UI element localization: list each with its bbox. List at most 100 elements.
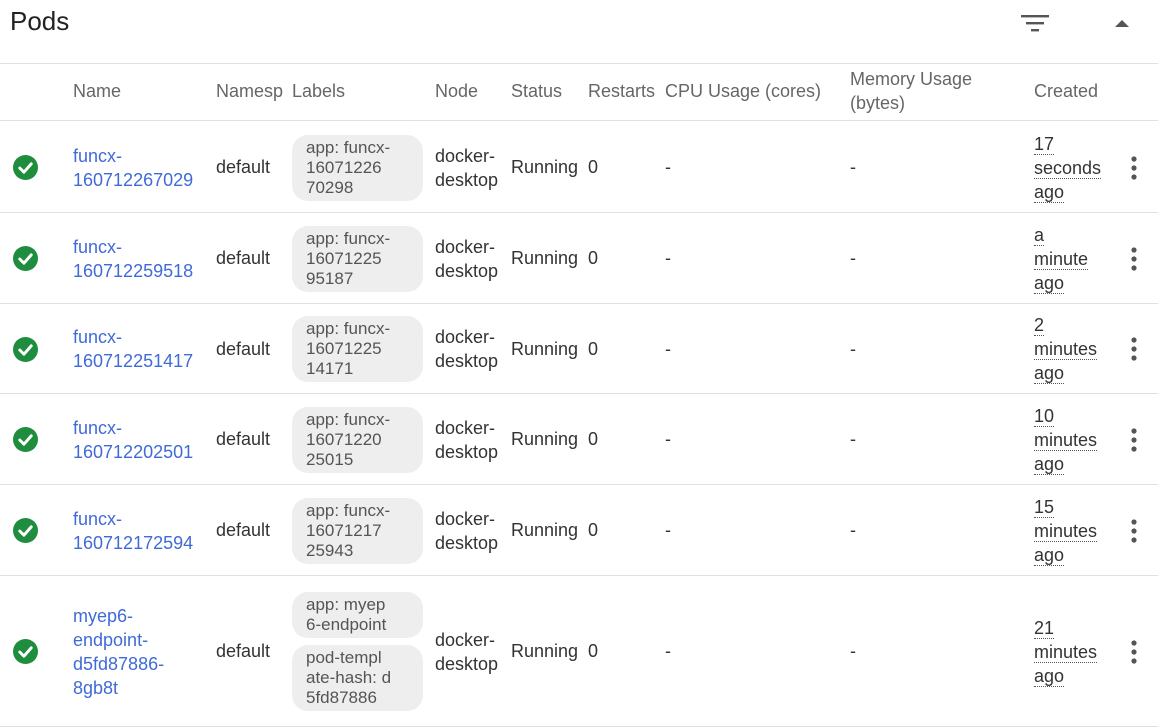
- cpu-usage-value: -: [665, 157, 671, 177]
- restarts-cell: 0: [588, 394, 648, 485]
- label-chip-line: 16071220: [306, 429, 382, 449]
- label-chip-list: app: funcx- 16071226 70298: [292, 134, 427, 201]
- namespace-text: default: [216, 429, 271, 449]
- status-text: Running: [511, 157, 579, 177]
- filter-button[interactable]: [1015, 3, 1055, 43]
- column-header-restarts[interactable]: Restarts: [588, 81, 661, 102]
- node-line: docker-: [435, 629, 496, 650]
- pod-name-line: d5fd87886-: [73, 653, 165, 674]
- node-cell: docker-desktop: [435, 485, 507, 576]
- status-cell: Running: [511, 213, 583, 304]
- created-time-text: minute: [1034, 248, 1089, 270]
- pod-name-link[interactable]: funcx- 160712172594: [73, 507, 213, 555]
- pod-name-line: 160712259518: [73, 260, 194, 281]
- node-cell: docker-desktop: [435, 304, 507, 394]
- node-line: desktop: [435, 169, 499, 190]
- created-time-line: 2: [1034, 313, 1106, 337]
- row-actions-button[interactable]: [1122, 335, 1146, 363]
- page-title: Pods: [10, 6, 70, 36]
- created-time-text: ago: [1034, 453, 1065, 475]
- row-actions-button[interactable]: [1122, 426, 1146, 454]
- cpu-usage-value: -: [665, 641, 671, 661]
- status-text: Running: [511, 520, 579, 540]
- created-time-text: 17: [1034, 133, 1055, 155]
- column-header-node[interactable]: Node: [435, 81, 505, 102]
- created-time-line: minutes: [1034, 428, 1106, 452]
- namespace-cell: default: [216, 485, 288, 576]
- created-time-text: minutes: [1034, 641, 1098, 663]
- column-header-name[interactable]: Name: [73, 81, 203, 102]
- row-actions-button[interactable]: [1122, 154, 1146, 182]
- cpu-usage-value: -: [665, 429, 671, 449]
- created-time-line: ago: [1034, 452, 1106, 476]
- column-header-status[interactable]: Status: [511, 81, 581, 102]
- created-time-text: ago: [1034, 181, 1065, 203]
- label-chip-list: app: funcx- 16071217 25943: [292, 497, 427, 564]
- memory-usage-value: -: [850, 641, 856, 661]
- label-chip-line: app: funcx-: [306, 228, 391, 248]
- pod-name-link[interactable]: funcx- 160712251417: [73, 325, 213, 373]
- column-header-created[interactable]: Created: [1034, 81, 1114, 102]
- memory-usage-cell: -: [850, 122, 910, 213]
- pod-name-cell: funcx- 160712251417: [73, 304, 213, 394]
- created-time-line: minutes: [1034, 640, 1106, 664]
- check-circle-icon: [13, 427, 38, 452]
- node-line: docker-: [435, 508, 496, 529]
- check-circle-icon: [13, 639, 38, 664]
- pod-name-line: 160712202501: [73, 441, 194, 462]
- check-circle-icon: [13, 336, 38, 362]
- row-actions-button[interactable]: [1122, 638, 1146, 666]
- created-time-text: 15: [1034, 496, 1055, 518]
- column-header-memory-usage[interactable]: Memory Usage (bytes): [850, 67, 1020, 115]
- labels-cell: app: funcx- 16071217 25943: [292, 485, 427, 576]
- label-chip: app: funcx- 16071225 14171: [292, 316, 423, 382]
- label-chip: app: myep 6-endpoint: [292, 592, 423, 638]
- labels-cell: app: funcx- 16071225 95187: [292, 213, 427, 304]
- label-chip-line: 14171: [306, 359, 354, 378]
- status-text: Running: [511, 641, 579, 661]
- label-chip-line: 70298: [306, 177, 354, 197]
- label-chip-line: 6-endpoint: [306, 615, 387, 634]
- pod-name-link[interactable]: myep6- endpoint-d5fd87886- 8gb8t: [73, 604, 213, 700]
- pod-name-line: funcx-: [73, 145, 123, 166]
- status-cell: Running: [511, 576, 583, 727]
- pod-name-link[interactable]: funcx- 160712259518: [73, 235, 213, 283]
- label-chip-line: 5fd87886: [306, 688, 377, 707]
- created-time-text: 21: [1034, 617, 1055, 639]
- column-header-cpu-usage[interactable]: CPU Usage (cores): [665, 81, 845, 102]
- node-line: desktop: [435, 532, 499, 553]
- cpu-usage-cell: -: [665, 304, 725, 394]
- restarts-cell: 0: [588, 576, 648, 727]
- memory-usage-cell: -: [850, 485, 910, 576]
- label-chip-line: app: funcx-: [306, 137, 391, 157]
- more-vertical-icon: [1131, 155, 1137, 180]
- namespace-cell: default: [216, 304, 288, 394]
- pod-name-link[interactable]: funcx- 160712202501: [73, 416, 213, 464]
- column-header-labels[interactable]: Labels: [292, 81, 422, 102]
- restarts-count: 0: [588, 520, 599, 540]
- restarts-cell: 0: [588, 304, 648, 394]
- memory-usage-cell: -: [850, 304, 910, 394]
- pod-name-line: funcx-: [73, 417, 123, 438]
- pod-name-line: 160712172594: [73, 532, 194, 553]
- pod-name-line: 8gb8t: [73, 677, 119, 698]
- label-chip-line: 16071217: [306, 520, 382, 540]
- pod-name-cell: funcx- 160712202501: [73, 394, 213, 485]
- node-line: docker-: [435, 417, 496, 438]
- label-chip-list: app: funcx- 16071225 95187: [292, 225, 427, 292]
- column-header-namespace[interactable]: Namesp: [216, 81, 287, 102]
- created-time-line: a: [1034, 223, 1106, 247]
- pod-name-link[interactable]: funcx- 160712267029: [73, 144, 213, 192]
- created-time-text: seconds: [1034, 157, 1102, 179]
- restarts-count: 0: [588, 248, 599, 268]
- label-chip-line: 16071225: [306, 248, 382, 268]
- pod-name-cell: funcx- 160712267029: [73, 122, 213, 213]
- created-time: 17 seconds ago: [1034, 132, 1106, 204]
- row-actions-button[interactable]: [1122, 517, 1146, 545]
- created-time: 2 minutes ago: [1034, 313, 1106, 385]
- created-time-line: ago: [1034, 180, 1106, 204]
- collapse-button[interactable]: [1102, 3, 1142, 43]
- row-actions-button[interactable]: [1122, 245, 1146, 273]
- created-cell: 17 seconds ago: [1034, 122, 1106, 213]
- more-vertical-icon: [1131, 639, 1137, 664]
